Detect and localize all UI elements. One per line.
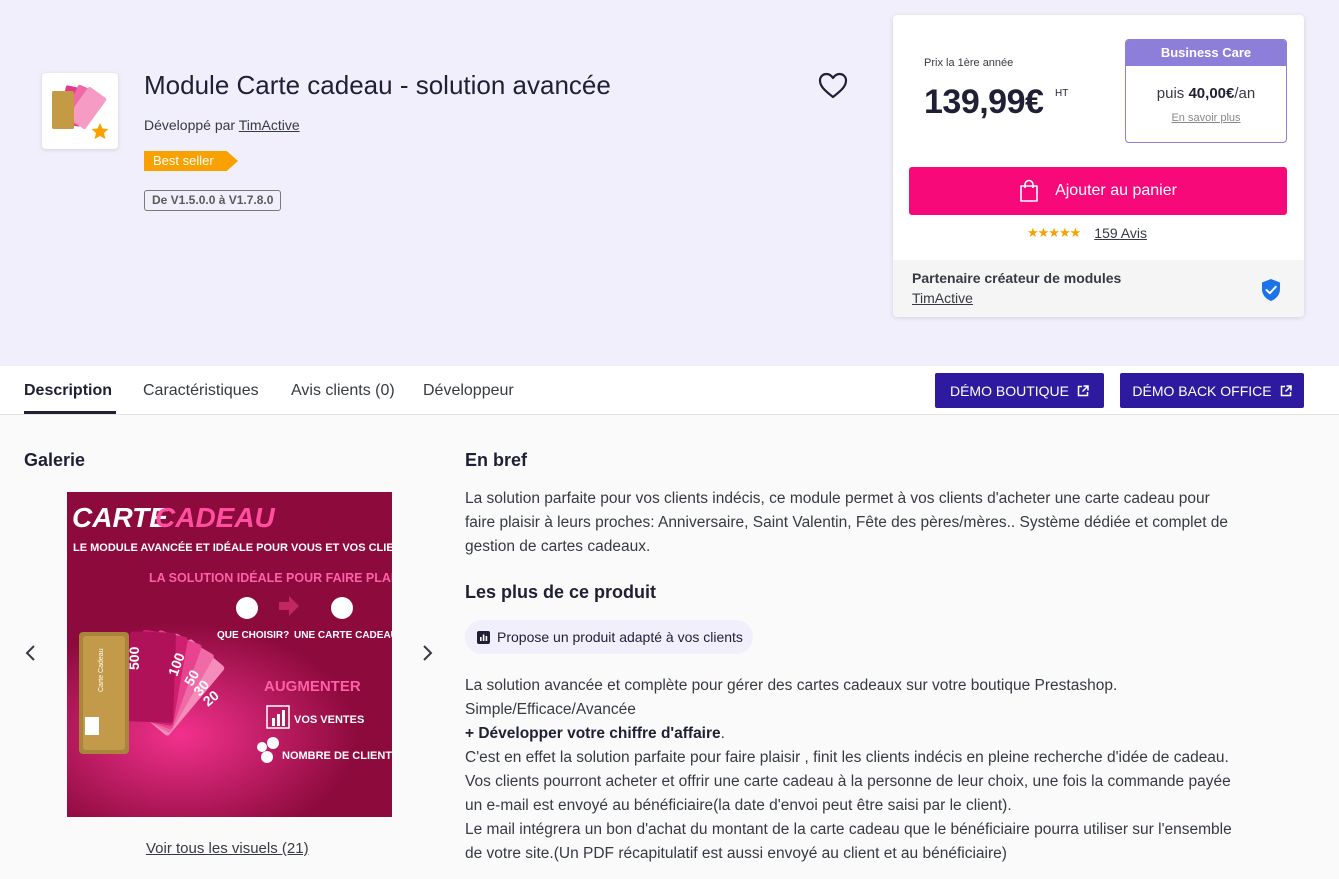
care-amount: 40,00€ bbox=[1188, 85, 1235, 102]
image-title-b: CADEAU bbox=[155, 502, 276, 533]
image-q2: UNE CARTE CADEAU! bbox=[294, 630, 392, 641]
partner-section: Partenaire créateur de modules TimActive bbox=[893, 260, 1304, 317]
price-value: 139,99€ bbox=[924, 83, 1044, 121]
demo-shop-label: DÉMO BOUTIQUE bbox=[949, 382, 1069, 399]
image-clients: NOMBRE DE CLIENTS bbox=[282, 750, 392, 762]
gallery-next-chevron-icon[interactable] bbox=[420, 644, 434, 662]
summary-title: En bref bbox=[465, 450, 528, 470]
summary-line-1: La solution parfaite pour vos clients in… bbox=[465, 490, 1210, 507]
partner-link[interactable]: TimActive bbox=[912, 290, 973, 306]
image-augment: AUGMENTER bbox=[264, 678, 361, 695]
add-to-cart-button[interactable]: Ajouter au panier bbox=[909, 167, 1287, 215]
tab-reviews[interactable]: Avis clients (0) bbox=[291, 382, 395, 400]
product-header: Module Carte cadeau - solution avancée D… bbox=[0, 0, 1339, 366]
tab-description[interactable]: Description bbox=[24, 382, 112, 400]
body-line-7: Le mail intégrera un bon d'achat du mont… bbox=[465, 821, 1232, 838]
summary-line-3: gestion de cartes cadeaux. bbox=[465, 538, 651, 555]
care-learn-more-link[interactable]: En savoir plus bbox=[1126, 112, 1286, 124]
body-line-2: Simple/Efficace/Avancée bbox=[465, 701, 636, 718]
description-body: La solution avancée et complète pour gér… bbox=[465, 674, 1232, 866]
business-care-title: Business Care bbox=[1126, 40, 1286, 66]
business-care-box: Business Care puis 40,00€/an En savoir p… bbox=[1125, 39, 1287, 143]
highlight-chip-label: Propose un produit adapté à vos clients bbox=[497, 629, 743, 645]
price-label: Prix la 1ère année bbox=[924, 57, 1014, 69]
body-line-3: + Développer votre chiffre d'affaire. bbox=[465, 722, 1232, 746]
tab-bar: Description Caractéristiques Avis client… bbox=[0, 366, 1339, 415]
body-line-5: Vos clients pourront acheter et offrir u… bbox=[465, 773, 1231, 790]
image-q1: QUE CHOISIR? bbox=[217, 630, 289, 641]
body-line-6: un e-mail est envoyé au bénéficiaire(la … bbox=[465, 797, 1012, 814]
gallery-main-image[interactable]: CARTE CADEAU LE MODULE AVANCÉE ET IDÉALE… bbox=[67, 492, 392, 817]
developed-by-label: Développé par bbox=[144, 117, 236, 133]
price-tax-label: HT bbox=[1055, 88, 1069, 99]
body-line-8: de votre site.(Un PDF récapitulatif est … bbox=[465, 845, 1007, 862]
tab-features[interactable]: Caractéristiques bbox=[143, 382, 259, 400]
image-line1: LA SOLUTION IDÉALE POUR FAIRE PLAISIR bbox=[149, 570, 392, 585]
product-logo bbox=[42, 73, 118, 149]
reviews-link[interactable]: 159 Avis bbox=[1094, 225, 1147, 241]
body-line-4: C'est en effet la solution parfaite pour… bbox=[465, 749, 1229, 766]
developer-line: Développé par TimActive bbox=[144, 117, 300, 133]
image-sales: VOS VENTES bbox=[294, 714, 364, 726]
image-subtitle: LE MODULE AVANCÉE ET IDÉALE POUR VOUS ET… bbox=[73, 541, 392, 554]
care-prefix: puis bbox=[1156, 85, 1185, 102]
gallery-title: Galerie bbox=[24, 450, 86, 470]
image-card-label: Carte Cadeau bbox=[98, 648, 105, 692]
external-link-icon bbox=[1077, 384, 1089, 396]
demo-back-office-button[interactable]: DÉMO BACK OFFICE bbox=[1120, 373, 1304, 408]
product-title: Module Carte cadeau - solution avancée bbox=[144, 70, 611, 100]
see-all-visuals-link[interactable]: Voir tous les visuels (21) bbox=[146, 840, 309, 857]
highlight-chip: Propose un produit adapté à vos clients bbox=[465, 620, 753, 654]
body-line-3-bold: + Développer votre chiffre d'affaire bbox=[465, 725, 721, 742]
active-tab-underline bbox=[24, 411, 116, 414]
business-care-price: puis 40,00€/an bbox=[1126, 66, 1286, 102]
developer-link[interactable]: TimActive bbox=[239, 117, 300, 133]
highlights-title: Les plus de ce produit bbox=[465, 582, 657, 602]
rating-stars-icon: ★★★★★ bbox=[1027, 225, 1081, 240]
rating: ★★★★★ 159 Avis bbox=[1027, 225, 1147, 241]
care-suffix: /an bbox=[1234, 85, 1256, 102]
tab-developer[interactable]: Développeur bbox=[423, 382, 514, 400]
demo-shop-button[interactable]: DÉMO BOUTIQUE bbox=[935, 373, 1104, 408]
bar-chart-icon bbox=[477, 630, 490, 644]
summary-line-2: faire plaisir à leurs proches: Anniversa… bbox=[465, 514, 1229, 531]
version-badge: De V1.5.0.0 à V1.7.8.0 bbox=[144, 190, 282, 211]
image-card-500: 500 bbox=[126, 646, 142, 670]
shopping-bag-icon bbox=[1020, 179, 1038, 202]
gallery-prev-chevron-icon[interactable] bbox=[24, 644, 38, 662]
body-line-1: La solution avancée et complète pour gér… bbox=[465, 677, 1118, 694]
wishlist-heart-icon[interactable] bbox=[818, 72, 848, 100]
external-link-icon bbox=[1280, 384, 1292, 396]
bestseller-badge: Best seller bbox=[144, 151, 238, 171]
verified-shield-icon bbox=[1262, 279, 1280, 301]
price-card: Prix la 1ère année 139,99€ HT Business C… bbox=[893, 15, 1304, 317]
add-to-cart-label: Ajouter au panier bbox=[1055, 182, 1177, 199]
partner-title: Partenaire créateur de modules bbox=[912, 270, 1122, 286]
body-line-3-end: . bbox=[720, 725, 725, 742]
demo-back-office-label: DÉMO BACK OFFICE bbox=[1132, 382, 1272, 399]
